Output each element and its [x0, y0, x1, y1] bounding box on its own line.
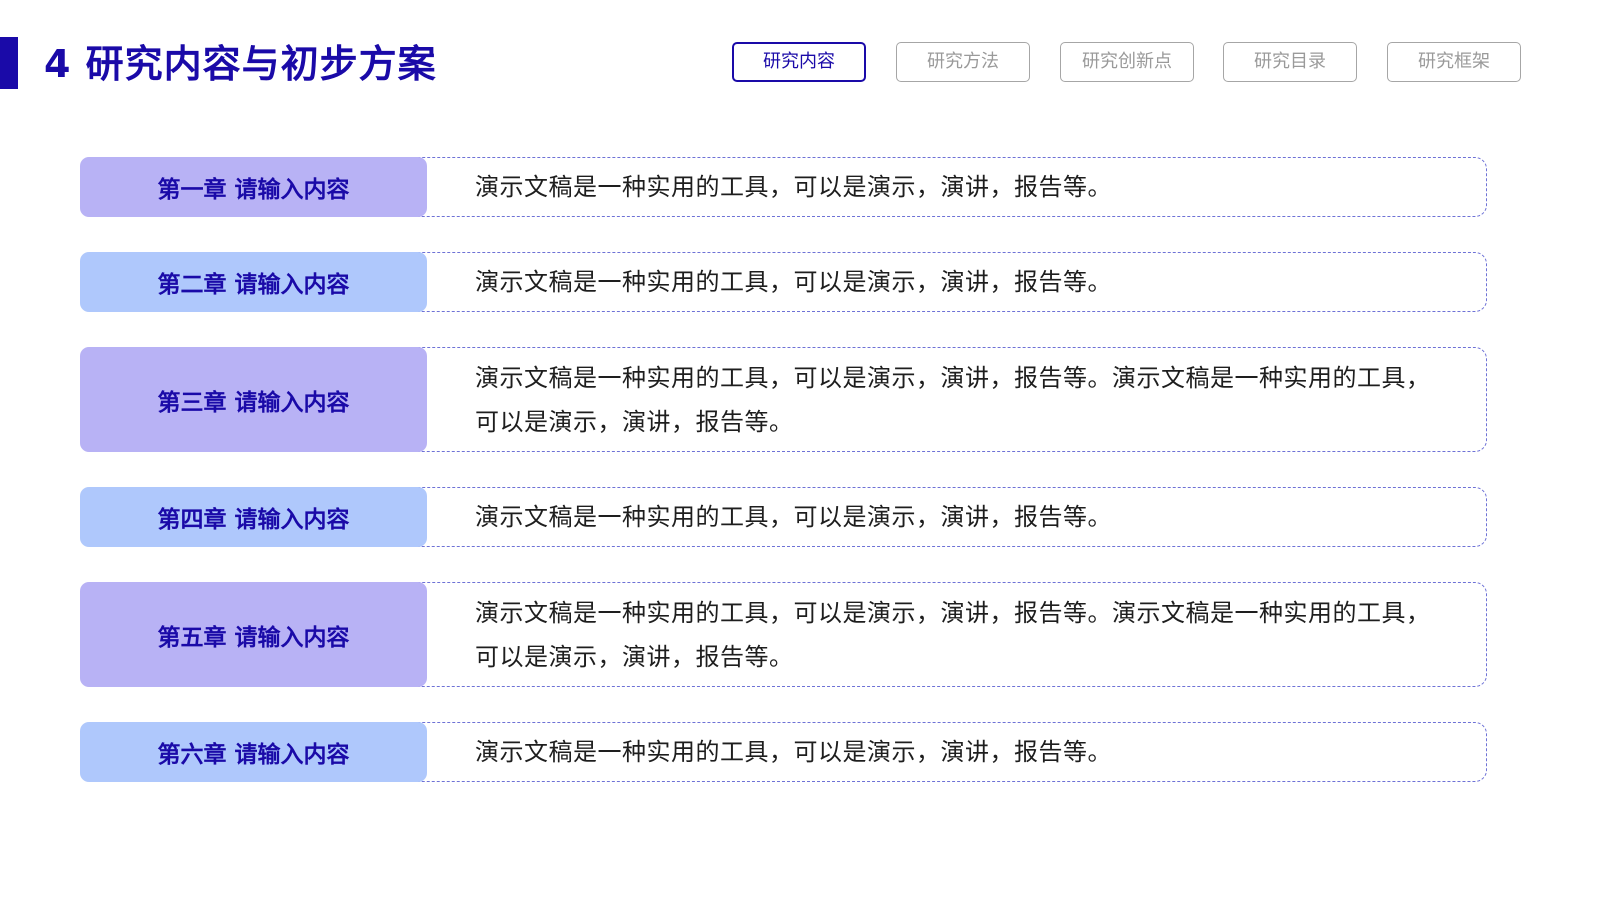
row-description: 演示文稿是一种实用的工具，可以是演示，演讲，报告等。 — [475, 487, 1447, 547]
chapter-label: 第二章 请输入内容 — [80, 252, 427, 312]
row-description-text: 演示文稿是一种实用的工具，可以是演示，演讲，报告等。演示文稿是一种实用的工具，可… — [475, 598, 1431, 671]
row-description: 演示文稿是一种实用的工具，可以是演示，演讲，报告等。 — [475, 252, 1447, 312]
chapter-label: 第一章 请输入内容 — [80, 157, 427, 217]
tab-research-innovation[interactable]: 研究创新点 — [1060, 42, 1194, 82]
row-description-text: 演示文稿是一种实用的工具，可以是演示，演讲，报告等。 — [475, 268, 1112, 296]
chapter-row: 第五章 请输入内容 演示文稿是一种实用的工具，可以是演示，演讲，报告等。演示文稿… — [80, 582, 1487, 687]
row-description: 演示文稿是一种实用的工具，可以是演示，演讲，报告等。演示文稿是一种实用的工具，可… — [475, 582, 1447, 687]
chapter-label: 第四章 请输入内容 — [80, 487, 427, 547]
row-description-text: 演示文稿是一种实用的工具，可以是演示，演讲，报告等。 — [475, 738, 1112, 766]
tab-research-catalog[interactable]: 研究目录 — [1223, 42, 1357, 82]
row-description: 演示文稿是一种实用的工具，可以是演示，演讲，报告等。 — [475, 722, 1447, 782]
chapter-row: 第一章 请输入内容 演示文稿是一种实用的工具，可以是演示，演讲，报告等。 — [80, 157, 1487, 217]
section-tabs: 研究内容 研究方法 研究创新点 研究目录 研究框架 — [0, 42, 1600, 84]
chapter-label: 第三章 请输入内容 — [80, 347, 427, 452]
tab-research-framework[interactable]: 研究框架 — [1387, 42, 1521, 82]
chapter-row: 第二章 请输入内容 演示文稿是一种实用的工具，可以是演示，演讲，报告等。 — [80, 252, 1487, 312]
chapter-row: 第六章 请输入内容 演示文稿是一种实用的工具，可以是演示，演讲，报告等。 — [80, 722, 1487, 782]
row-description-text: 演示文稿是一种实用的工具，可以是演示，演讲，报告等。演示文稿是一种实用的工具，可… — [475, 363, 1431, 436]
chapter-label: 第五章 请输入内容 — [80, 582, 427, 687]
row-description: 演示文稿是一种实用的工具，可以是演示，演讲，报告等。 — [475, 157, 1447, 217]
chapter-row: 第三章 请输入内容 演示文稿是一种实用的工具，可以是演示，演讲，报告等。演示文稿… — [80, 347, 1487, 452]
tab-research-content[interactable]: 研究内容 — [732, 42, 866, 82]
row-description: 演示文稿是一种实用的工具，可以是演示，演讲，报告等。演示文稿是一种实用的工具，可… — [475, 347, 1447, 452]
tab-research-method[interactable]: 研究方法 — [896, 42, 1030, 82]
chapter-row: 第四章 请输入内容 演示文稿是一种实用的工具，可以是演示，演讲，报告等。 — [80, 487, 1487, 547]
row-description-text: 演示文稿是一种实用的工具，可以是演示，演讲，报告等。 — [475, 503, 1112, 531]
row-description-text: 演示文稿是一种实用的工具，可以是演示，演讲，报告等。 — [475, 173, 1112, 201]
chapter-label: 第六章 请输入内容 — [80, 722, 427, 782]
